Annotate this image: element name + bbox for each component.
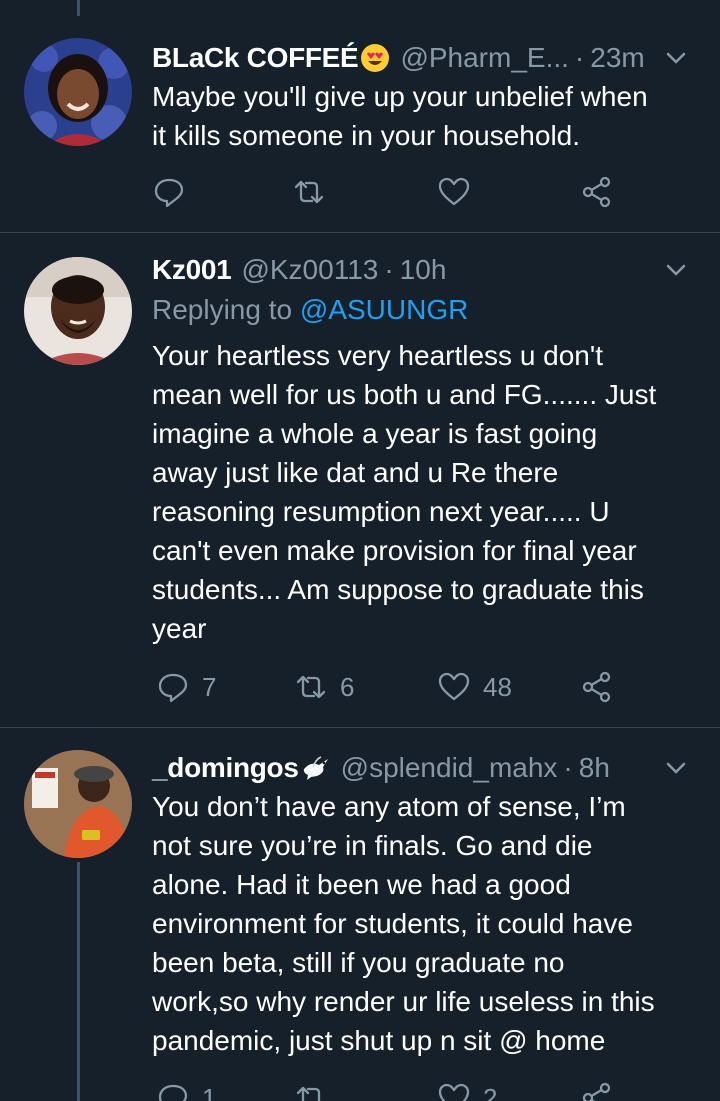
tweet-text-line: You don’t have any atom of sense, I’m — [152, 791, 626, 822]
tweet-text-line: away just like dat and u Re there — [152, 457, 559, 488]
user-handle[interactable]: @splendid_mahx — [341, 752, 558, 784]
tweet-text-line: imagine a whole a year is fast going — [152, 418, 598, 449]
tweet-text-line: students... Am suppose to graduate this — [152, 574, 644, 605]
dove-emoji — [301, 753, 331, 783]
retweet-button[interactable]: 6 — [294, 667, 354, 707]
share-button[interactable] — [580, 1078, 614, 1101]
tweet-text-line: environment for students, it could have — [152, 908, 633, 939]
tweet[interactable]: Kz001 @Kz00113 · 10h Replying to @ASUUNG… — [0, 233, 720, 727]
tweet-text-line: mean well for us both u and FG....... Ju… — [152, 379, 657, 410]
tweet-header: _domingos @splendid_mahx · 8h — [152, 748, 690, 788]
avatar[interactable] — [24, 38, 132, 146]
replying-prefix: Replying to — [152, 294, 293, 325]
tweet-text-line: reasoning resumption next year..... U — [152, 496, 610, 527]
reply-button[interactable]: 7 — [156, 667, 216, 707]
chevron-down-icon[interactable] — [662, 754, 690, 782]
tweet-text-line: been beta, still if you graduate no — [152, 947, 565, 978]
tweet-text-line: work,so why render ur life useless in th… — [152, 986, 655, 1017]
tweet-header: Kz001 @Kz00113 · 10h — [152, 250, 690, 290]
tweet-text: Your heartless very heartless u don't me… — [152, 336, 697, 648]
user-handle[interactable]: @Kz00113 — [241, 254, 378, 286]
tweet[interactable]: BLaCk COFFEÉ @Pharm_E... · 23m Maybe you… — [0, 0, 720, 232]
like-button[interactable]: 48 — [437, 667, 512, 707]
tweet-text-line: alone. Had it been we had a good — [152, 869, 571, 900]
separator-dot: · — [384, 254, 394, 285]
timestamp[interactable]: 10h — [400, 254, 447, 286]
display-name[interactable]: Kz001 — [152, 254, 232, 286]
tweet-text-line: can't even make provision for final year — [152, 535, 637, 566]
share-icon — [582, 1082, 611, 1101]
tweet-text: Maybe you'll give up your unbelief when … — [152, 77, 697, 155]
tweet-text-line: it kills someone in your household. — [152, 120, 581, 151]
display-name[interactable]: _domingos — [152, 752, 299, 784]
action-bar: 1 2 — [152, 1078, 632, 1101]
tweet-text-line: Maybe you'll give up your unbelief when — [152, 81, 648, 112]
like-count: 48 — [483, 671, 512, 702]
chevron-down-icon[interactable] — [662, 256, 690, 284]
action-bar: 7 6 48 — [152, 667, 632, 707]
like-count: 2 — [483, 1082, 498, 1101]
reply-icon — [158, 673, 188, 703]
share-button[interactable] — [580, 172, 614, 212]
tweet-text-line: not sure you’re in finals. Go and die — [152, 830, 593, 861]
share-icon — [582, 176, 611, 208]
avatar[interactable] — [24, 257, 132, 365]
user-handle[interactable]: @Pharm_E... — [400, 42, 568, 74]
replying-to: Replying to @ASUUNGR — [152, 294, 468, 326]
like-button[interactable] — [437, 172, 483, 212]
replying-mention-link[interactable]: @ASUUNGR — [300, 294, 468, 325]
reply-count: 7 — [202, 671, 217, 702]
separator-dot: · — [563, 752, 573, 783]
like-icon — [438, 672, 470, 701]
tweet-header: BLaCk COFFEÉ @Pharm_E... · 23m — [152, 38, 690, 78]
like-icon — [438, 177, 470, 206]
retweet-count: 6 — [340, 671, 355, 702]
retweet-button[interactable] — [292, 172, 338, 212]
reply-icon — [154, 178, 184, 208]
tweet-text: You don’t have any atom of sense, I’m no… — [152, 787, 697, 1060]
reply-button[interactable]: 1 — [156, 1078, 216, 1101]
heart-eyes-emoji — [360, 43, 390, 73]
tweet-text-line: year — [152, 613, 207, 644]
share-button[interactable] — [580, 667, 614, 707]
retweet-icon — [294, 180, 324, 204]
avatar[interactable] — [24, 750, 132, 858]
retweet-button[interactable] — [294, 1078, 340, 1101]
timestamp[interactable]: 23m — [590, 42, 644, 74]
chevron-down-icon[interactable] — [662, 44, 690, 72]
action-bar — [152, 172, 632, 212]
reply-button[interactable] — [152, 172, 198, 212]
tweet-text-line: pandemic, just shut up n sit @ home — [152, 1025, 606, 1056]
tweet-text-line: Your heartless very heartless u don't — [152, 340, 604, 371]
like-button[interactable]: 2 — [437, 1078, 497, 1101]
retweet-icon — [296, 1086, 321, 1101]
reply-count: 1 — [202, 1082, 217, 1101]
like-icon — [438, 1083, 470, 1101]
display-name[interactable]: BLaCk COFFEÉ — [152, 42, 359, 74]
reply-icon — [158, 1084, 188, 1101]
retweet-icon — [296, 675, 326, 699]
timestamp[interactable]: 8h — [579, 752, 610, 784]
share-icon — [582, 671, 611, 703]
tweet[interactable]: _domingos @splendid_mahx · 8h You don’t … — [0, 728, 720, 1101]
separator-dot: · — [574, 42, 585, 73]
